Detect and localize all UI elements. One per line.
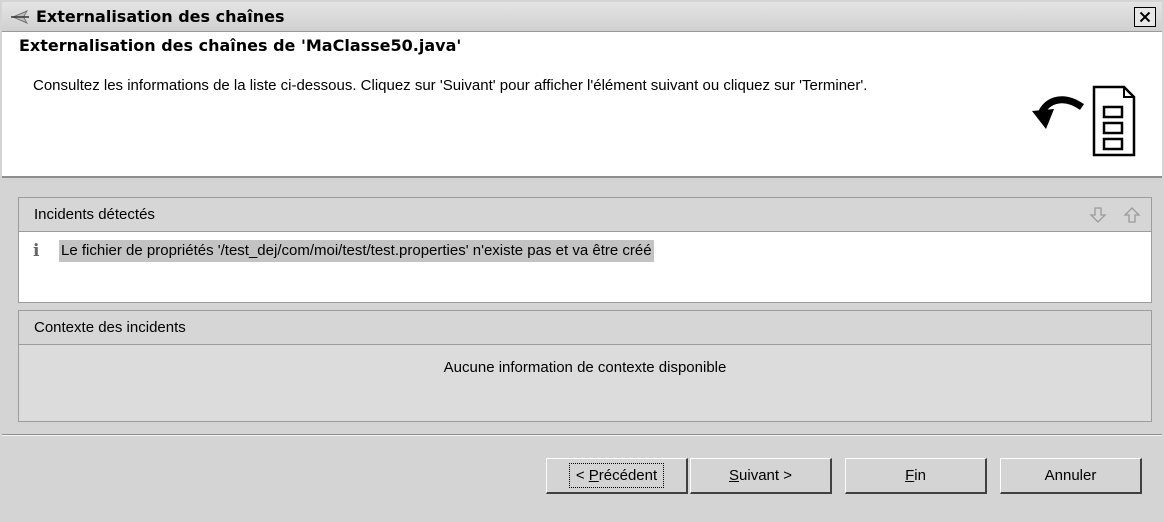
next-button-label: uivant >	[739, 467, 792, 484]
list-item[interactable]: i Le fichier de propriétés '/test_dej/co…	[19, 232, 1151, 270]
next-button-mnemonic: S	[729, 467, 740, 484]
incidents-list: i Le fichier de propriétés '/test_dej/co…	[19, 232, 1151, 302]
title-bar[interactable]: Externalisation des chaînes	[2, 2, 1162, 32]
context-header-label: Contexte des incidents	[34, 319, 186, 336]
finish-button-mnemonic: F	[905, 467, 915, 484]
context-body: Aucune information de contexte disponibl…	[19, 345, 1151, 421]
context-panel: Contexte des incidents Aucune informatio…	[18, 310, 1152, 422]
divider	[2, 434, 1162, 436]
close-button[interactable]	[1134, 7, 1156, 27]
arrow-up-icon[interactable]	[1123, 206, 1141, 224]
cancel-button[interactable]: Annuler	[1000, 458, 1142, 494]
context-message: Aucune information de contexte disponibl…	[443, 359, 727, 376]
previous-button-focus: < Précédent	[568, 463, 665, 488]
close-icon	[1139, 11, 1151, 23]
next-button[interactable]: Suivant >	[690, 458, 832, 494]
issue-text: Le fichier de propriétés '/test_dej/com/…	[59, 240, 654, 262]
incidents-header: Incidents détectés	[19, 198, 1151, 232]
info-icon: i	[33, 241, 40, 261]
eclipse-app-icon	[11, 10, 29, 24]
window-title: Externalisation des chaînes	[36, 7, 285, 26]
previous-button[interactable]: < Précédent	[546, 458, 688, 494]
wizard-dialog: Externalisation des chaînes Externalisat…	[0, 0, 1164, 522]
previous-button-label: récédent	[598, 467, 658, 484]
previous-button-mnemonic: P	[588, 467, 599, 484]
arrow-down-icon[interactable]	[1089, 206, 1107, 224]
cancel-button-label: Annuler	[1044, 467, 1097, 484]
context-header: Contexte des incidents	[19, 311, 1151, 345]
page-description: Consultez les informations de la liste c…	[33, 77, 868, 94]
previous-button-prefix: <	[575, 467, 589, 484]
externalize-strings-wizard-icon	[1032, 85, 1136, 157]
incidents-panel: Incidents détectés i Le fichier de propr…	[18, 197, 1152, 303]
finish-button[interactable]: Fin	[845, 458, 987, 494]
page-title: Externalisation des chaînes de 'MaClasse…	[19, 36, 462, 55]
incidents-header-label: Incidents détectés	[34, 206, 155, 223]
finish-button-label: in	[914, 467, 926, 484]
